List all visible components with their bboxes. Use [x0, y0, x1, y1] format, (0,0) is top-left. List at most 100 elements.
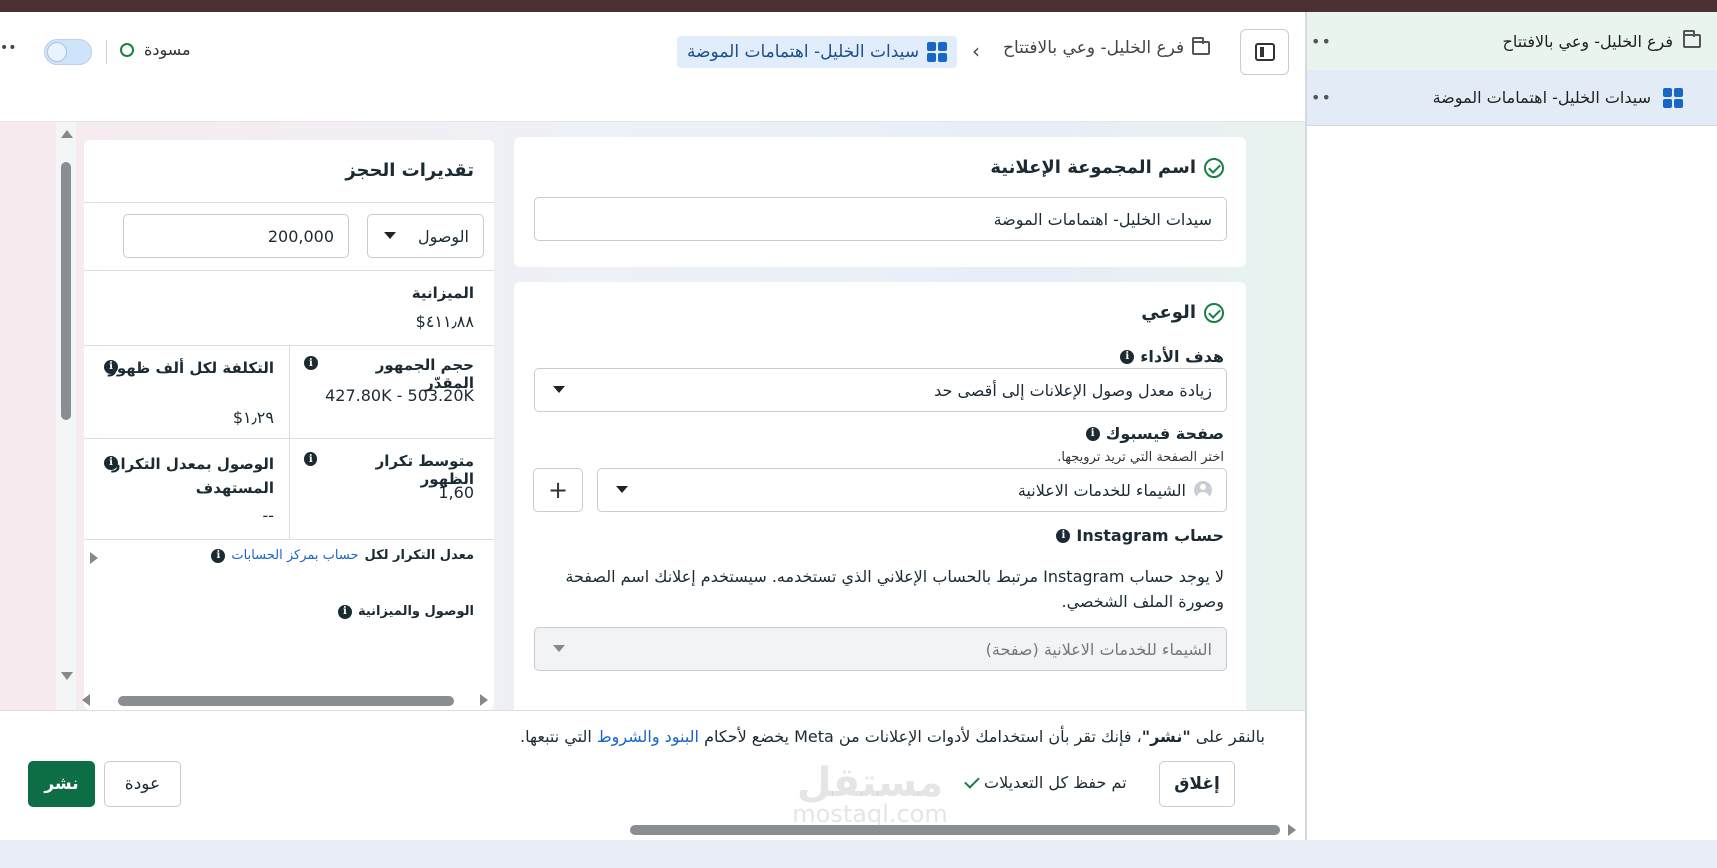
sidebar-item-adset[interactable]: سيدات الخليل- اهتمامات الموضة ••: [1307, 70, 1717, 126]
breadcrumb-parent-label: فرع الخليل- وعي بالافتتاح: [1003, 38, 1185, 58]
check-circle-icon: [1204, 302, 1224, 323]
page-value: الشيماء للخدمات الاعلانية: [1017, 480, 1186, 500]
budget-label: الميزانية: [411, 284, 474, 302]
editor-canvas: اسم المجموعة الإعلانية سيدات الخليل- اهت…: [0, 122, 1305, 710]
info-icon[interactable]: i: [1120, 349, 1135, 364]
status-ring-icon: [120, 42, 134, 57]
editor-header: •• مسودة سيدات الخليل- اهتمامات الموضة ‹…: [0, 12, 1305, 122]
cpm-label-text: التكلفة لكل ألف ظهور: [108, 359, 274, 377]
instagram-note: لا يوجد حساب Instagram مرتبط بالحساب الإ…: [565, 567, 1224, 611]
terms-bold: "نشر": [1141, 727, 1191, 746]
header-divider: [106, 40, 107, 64]
awareness-card: الوعي هدف الأداء i زيادة معدل وصول الإعل…: [514, 282, 1246, 710]
draft-status-label: مسودة: [144, 40, 191, 59]
watermark-sub: mostaql.com: [792, 800, 948, 828]
reach-budget-label: الوصول والميزانية: [357, 604, 474, 619]
audience-size-value: 427.80K - 503.20K: [325, 386, 474, 405]
card-title: اسم المجموعة الإعلانية: [990, 157, 1224, 178]
estimate-value-input[interactable]: 200,000: [123, 214, 349, 258]
panel-icon: [1254, 43, 1275, 61]
estimate-metric-select[interactable]: الوصول: [367, 214, 484, 258]
instagram-value: الشيماء للخدمات الاعلانية (صفحة): [985, 639, 1212, 659]
info-icon[interactable]: i: [304, 452, 318, 466]
divider: [84, 202, 494, 203]
frequency-rate-row[interactable]: معدل التكرار لكل حساب بمركز الحسابات i: [211, 548, 474, 563]
scroll-right-icon[interactable]: [1288, 824, 1296, 836]
info-icon[interactable]: i: [104, 360, 118, 374]
more-options-icon[interactable]: ••: [1311, 88, 1332, 107]
goal-value: زيادة معدل وصول الإعلانات إلى أقصى حد: [934, 380, 1212, 400]
target-reach-label: الوصول بمعدل التكرار المستهدف i: [104, 452, 274, 500]
instagram-label: حساب Instagram i: [1056, 526, 1224, 545]
frequency-value: 1,60: [438, 483, 474, 502]
scroll-right-icon[interactable]: [480, 694, 488, 706]
back-button[interactable]: عودة: [104, 761, 181, 807]
freq-rate-prefix: معدل التكرار لكل: [364, 548, 474, 563]
instagram-label-text: حساب Instagram: [1076, 526, 1224, 545]
divider: [84, 438, 494, 439]
awareness-title: الوعي: [1141, 302, 1196, 323]
more-options-icon[interactable]: ••: [1311, 32, 1332, 51]
scroll-up-icon[interactable]: [61, 130, 73, 138]
sidebar-item-label: فرع الخليل- وعي بالافتتاح: [1502, 31, 1673, 51]
scroll-left-icon[interactable]: [82, 694, 90, 706]
facebook-page-select[interactable]: الشيماء للخدمات الاعلانية: [597, 468, 1227, 512]
expand-icon[interactable]: [90, 552, 98, 564]
performance-goal-select[interactable]: زيادة معدل وصول الإعلانات إلى أقصى حد: [534, 368, 1227, 412]
scrollbar-thumb[interactable]: [61, 162, 71, 420]
editor-footer: بالنقر على "نشر"، فإنك تقر بأن استخدامك …: [0, 710, 1305, 840]
target-reach-label-text: الوصول بمعدل التكرار المستهدف: [111, 455, 274, 497]
close-button[interactable]: إغلاق: [1159, 761, 1235, 807]
card-title: الوعي: [1141, 302, 1224, 323]
check-circle-icon: [1204, 157, 1224, 178]
sidebar-item-campaign[interactable]: فرع الخليل- وعي بالافتتاح ••: [1307, 12, 1717, 70]
info-icon[interactable]: i: [211, 548, 226, 563]
cpm-label: التكلفة لكل ألف ظهور i: [104, 356, 274, 380]
caret-down-icon: [553, 645, 565, 652]
grid-icon: [1663, 87, 1683, 108]
watermark-logo: مستقل mostaql.com: [720, 760, 1020, 828]
info-icon[interactable]: i: [1085, 426, 1100, 441]
avatar-icon: [1194, 481, 1212, 499]
page-label-text: صفحة فيسبوك: [1105, 424, 1224, 443]
draft-toggle[interactable]: [44, 39, 92, 65]
toggle-knob: [47, 42, 67, 62]
divider-vertical: [289, 345, 290, 539]
adset-name-card: اسم المجموعة الإعلانية سيدات الخليل- اهت…: [514, 137, 1246, 267]
toggle-panel-button[interactable]: [1240, 29, 1289, 75]
accounts-center-link[interactable]: حساب بمركز الحسابات: [231, 548, 358, 563]
booking-estimates-panel: تقديرات الحجز الوصول 200,000 الميزانية ٤…: [84, 140, 494, 710]
scrollbar-thumb[interactable]: [118, 696, 454, 706]
page-label: صفحة فيسبوك i: [1085, 424, 1224, 443]
terms-prefix: بالنقر على: [1190, 727, 1265, 746]
sidebar-item-label: سيدات الخليل- اهتمامات الموضة: [1432, 88, 1651, 107]
caret-down-icon: [616, 486, 628, 493]
adset-name-input[interactable]: سيدات الخليل- اهتمامات الموضة: [534, 197, 1227, 241]
grid-icon: [927, 42, 948, 62]
scroll-down-icon[interactable]: [61, 672, 73, 680]
adset-name-title: اسم المجموعة الإعلانية: [990, 157, 1196, 178]
estimates-title: تقديرات الحجز: [345, 160, 474, 181]
terms-link[interactable]: البنود والشروط: [597, 727, 699, 746]
caret-down-icon: [553, 386, 565, 393]
bottom-strip: [0, 840, 1717, 868]
info-icon[interactable]: i: [1056, 528, 1071, 543]
info-icon[interactable]: i: [304, 356, 318, 370]
breadcrumb-current-label: سيدات الخليل- اهتمامات الموضة: [687, 42, 920, 62]
estimates-vertical-scrollbar[interactable]: [56, 122, 76, 710]
folder-icon: [1192, 37, 1211, 55]
draft-status: مسودة: [120, 40, 191, 59]
publish-button[interactable]: نشر: [28, 761, 95, 807]
page-hint: اختر الصفحة التي تريد ترويجها.: [1057, 450, 1224, 465]
add-page-button[interactable]: +: [533, 468, 583, 512]
divider: [84, 270, 494, 271]
breadcrumb-parent[interactable]: فرع الخليل- وعي بالافتتاح: [1003, 37, 1211, 58]
target-reach-value: --: [262, 506, 274, 525]
estimates-horizontal-scrollbar[interactable]: [82, 692, 492, 708]
info-icon[interactable]: i: [337, 604, 352, 619]
info-icon[interactable]: i: [104, 456, 118, 470]
breadcrumb-current[interactable]: سيدات الخليل- اهتمامات الموضة: [677, 36, 958, 68]
more-options-icon[interactable]: ••: [0, 40, 17, 56]
folder-icon: [1683, 30, 1701, 48]
reach-budget-row: الوصول والميزانية i: [337, 604, 474, 619]
